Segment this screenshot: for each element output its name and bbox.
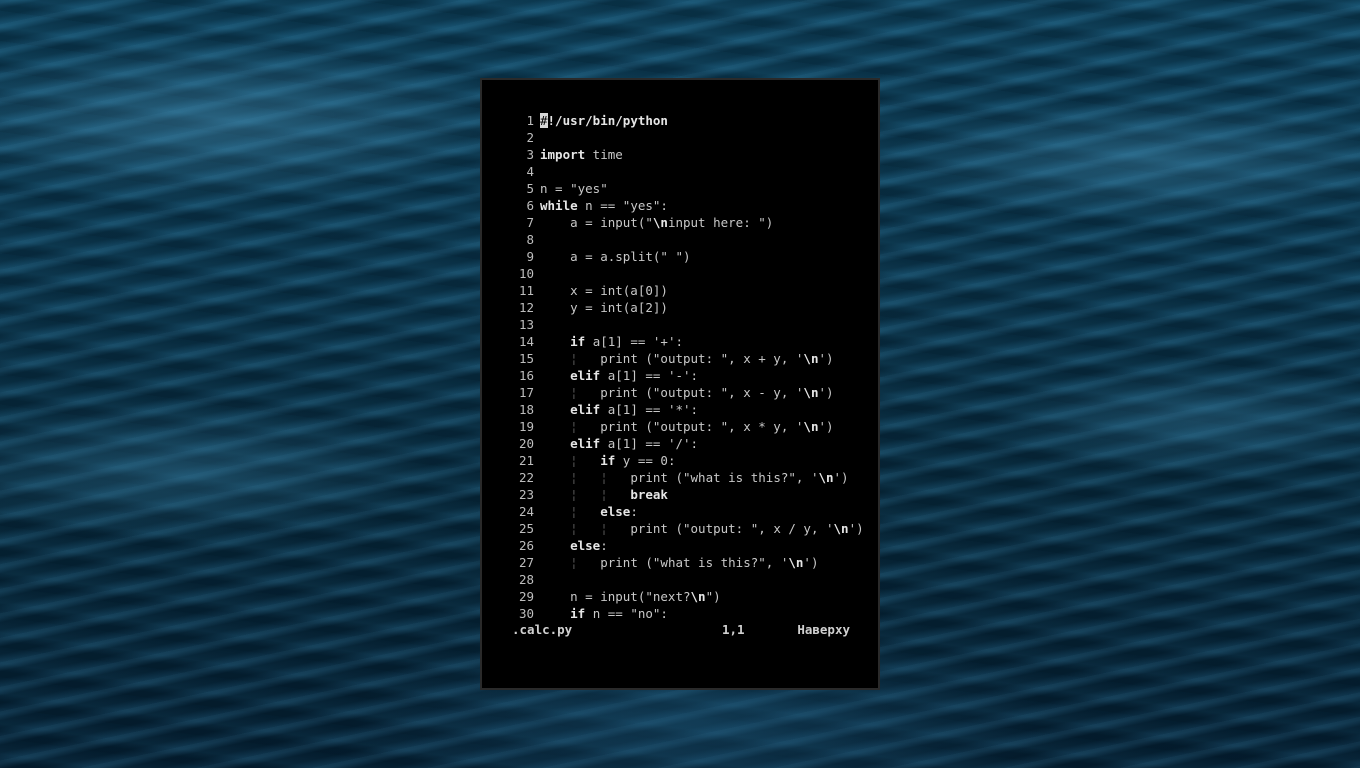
code-text[interactable]: ¦ print ("output: ", x - y, '\n'): [540, 384, 833, 401]
line-number: 28: [518, 572, 534, 587]
line-number: 4: [526, 164, 534, 179]
line-number: 11: [518, 283, 534, 298]
code-text[interactable]: n = input("next?\n"): [540, 588, 721, 605]
code-text[interactable]: elif a[1] == '/':: [540, 435, 698, 452]
code-text[interactable]: ¦ print ("what is this?", '\n'): [540, 554, 818, 571]
line-number: 25: [518, 521, 534, 536]
code-text[interactable]: ¦ print ("output: ", x + y, '\n'): [540, 350, 833, 367]
line-number: 22: [518, 470, 534, 485]
code-line[interactable]: 4: [482, 163, 878, 180]
terminal-window[interactable]: 1 #!/usr/bin/python 2 3 import time 4 5 n = "ye…: [480, 78, 880, 690]
line-number: 15: [518, 351, 534, 366]
line-number: 7: [526, 215, 534, 230]
line-number: 29: [518, 589, 534, 604]
code-text[interactable]: elif a[1] == '*':: [540, 401, 698, 418]
code-line[interactable]: 5 n = "yes": [482, 180, 878, 197]
line-number: 21: [518, 453, 534, 468]
code-text[interactable]: ¦ ¦ print ("output: ", x / y, '\n'): [540, 520, 864, 537]
code-line[interactable]: 7 a = input("\ninput here: "): [482, 214, 878, 231]
code-text[interactable]: else:: [540, 537, 608, 554]
line-number: 27: [518, 555, 534, 570]
line-number: 6: [526, 198, 534, 213]
code-line[interactable]: 21 ¦ if y == 0:: [482, 452, 878, 469]
line-number: 1: [526, 113, 534, 128]
line-number: 14: [518, 334, 534, 349]
line-number: 16: [518, 368, 534, 383]
line-number: 9: [526, 249, 534, 264]
line-number: 24: [518, 504, 534, 519]
code-line[interactable]: 14 if a[1] == '+':: [482, 333, 878, 350]
line-number: 13: [518, 317, 534, 332]
code-line[interactable]: 13: [482, 316, 878, 333]
code-line[interactable]: 17 ¦ print ("output: ", x - y, '\n'): [482, 384, 878, 401]
code-text[interactable]: ¦ ¦ break: [540, 486, 668, 503]
code-line[interactable]: 24 ¦ else:: [482, 503, 878, 520]
code-text[interactable]: a = a.split(" "): [540, 248, 690, 265]
code-line[interactable]: 18 elif a[1] == '*':: [482, 401, 878, 418]
code-text[interactable]: #!/usr/bin/python: [540, 112, 668, 129]
code-text[interactable]: y = int(a[2]): [540, 299, 668, 316]
code-line[interactable]: 29 n = input("next?\n"): [482, 588, 878, 605]
code-text[interactable]: if a[1] == '+':: [540, 333, 683, 350]
line-number: 5: [526, 181, 534, 196]
code-text[interactable]: x = int(a[0]): [540, 282, 668, 299]
code-line[interactable]: 6 while n == "yes":: [482, 197, 878, 214]
line-number: 8: [526, 232, 534, 247]
code-line[interactable]: 26 else:: [482, 537, 878, 554]
code-text[interactable]: a = input("\ninput here: "): [540, 214, 773, 231]
line-number: 23: [518, 487, 534, 502]
code-text[interactable]: while n == "yes":: [540, 197, 668, 214]
status-scroll-indicator: Наверху: [797, 622, 850, 637]
code-text[interactable]: ¦ else:: [540, 503, 638, 520]
code-text[interactable]: ¦ ¦ print ("what is this?", '\n'): [540, 469, 848, 486]
code-line[interactable]: 11 x = int(a[0]): [482, 282, 878, 299]
line-number: 17: [518, 385, 534, 400]
code-line[interactable]: 19 ¦ print ("output: ", x * y, '\n'): [482, 418, 878, 435]
code-text[interactable]: ¦ print ("output: ", x * y, '\n'): [540, 418, 833, 435]
line-number: 19: [518, 419, 534, 434]
line-number: 30: [518, 606, 534, 621]
line-number: 18: [518, 402, 534, 417]
status-filename: .calc.py: [512, 622, 573, 637]
code-line[interactable]: 12 y = int(a[2]): [482, 299, 878, 316]
code-text[interactable]: if n == "no":: [540, 605, 668, 622]
line-number: 2: [526, 130, 534, 145]
line-number: 20: [518, 436, 534, 451]
code-text[interactable]: n = "yes": [540, 180, 608, 197]
code-line[interactable]: 27 ¦ print ("what is this?", '\n'): [482, 554, 878, 571]
line-number: 10: [518, 266, 534, 281]
code-line[interactable]: 10: [482, 265, 878, 282]
line-number: 12: [518, 300, 534, 315]
code-line[interactable]: 22 ¦ ¦ print ("what is this?", '\n'): [482, 469, 878, 486]
code-line[interactable]: 15 ¦ print ("output: ", x + y, '\n'): [482, 350, 878, 367]
code-text[interactable]: ¦ if y == 0:: [540, 452, 675, 469]
code-text[interactable]: import time: [540, 146, 623, 163]
code-line[interactable]: 1 #!/usr/bin/python: [482, 112, 878, 129]
code-text[interactable]: elif a[1] == '-':: [540, 367, 698, 384]
status-cursor-position: 1,1: [722, 622, 745, 637]
code-line[interactable]: 8: [482, 231, 878, 248]
vim-editor-buffer[interactable]: 1 #!/usr/bin/python 2 3 import time 4 5 n = "ye…: [482, 112, 878, 622]
code-line[interactable]: 25 ¦ ¦ print ("output: ", x / y, '\n'): [482, 520, 878, 537]
vim-statusline: .calc.py 1,1 Наверху: [512, 621, 852, 638]
code-line[interactable]: 28: [482, 571, 878, 588]
line-number: 26: [518, 538, 534, 553]
code-line[interactable]: 16 elif a[1] == '-':: [482, 367, 878, 384]
line-number: 3: [526, 147, 534, 162]
code-line[interactable]: 2: [482, 129, 878, 146]
code-line[interactable]: 30 if n == "no":: [482, 605, 878, 622]
code-line[interactable]: 23 ¦ ¦ break: [482, 486, 878, 503]
code-line[interactable]: 3 import time: [482, 146, 878, 163]
code-line[interactable]: 20 elif a[1] == '/':: [482, 435, 878, 452]
code-line[interactable]: 9 a = a.split(" "): [482, 248, 878, 265]
